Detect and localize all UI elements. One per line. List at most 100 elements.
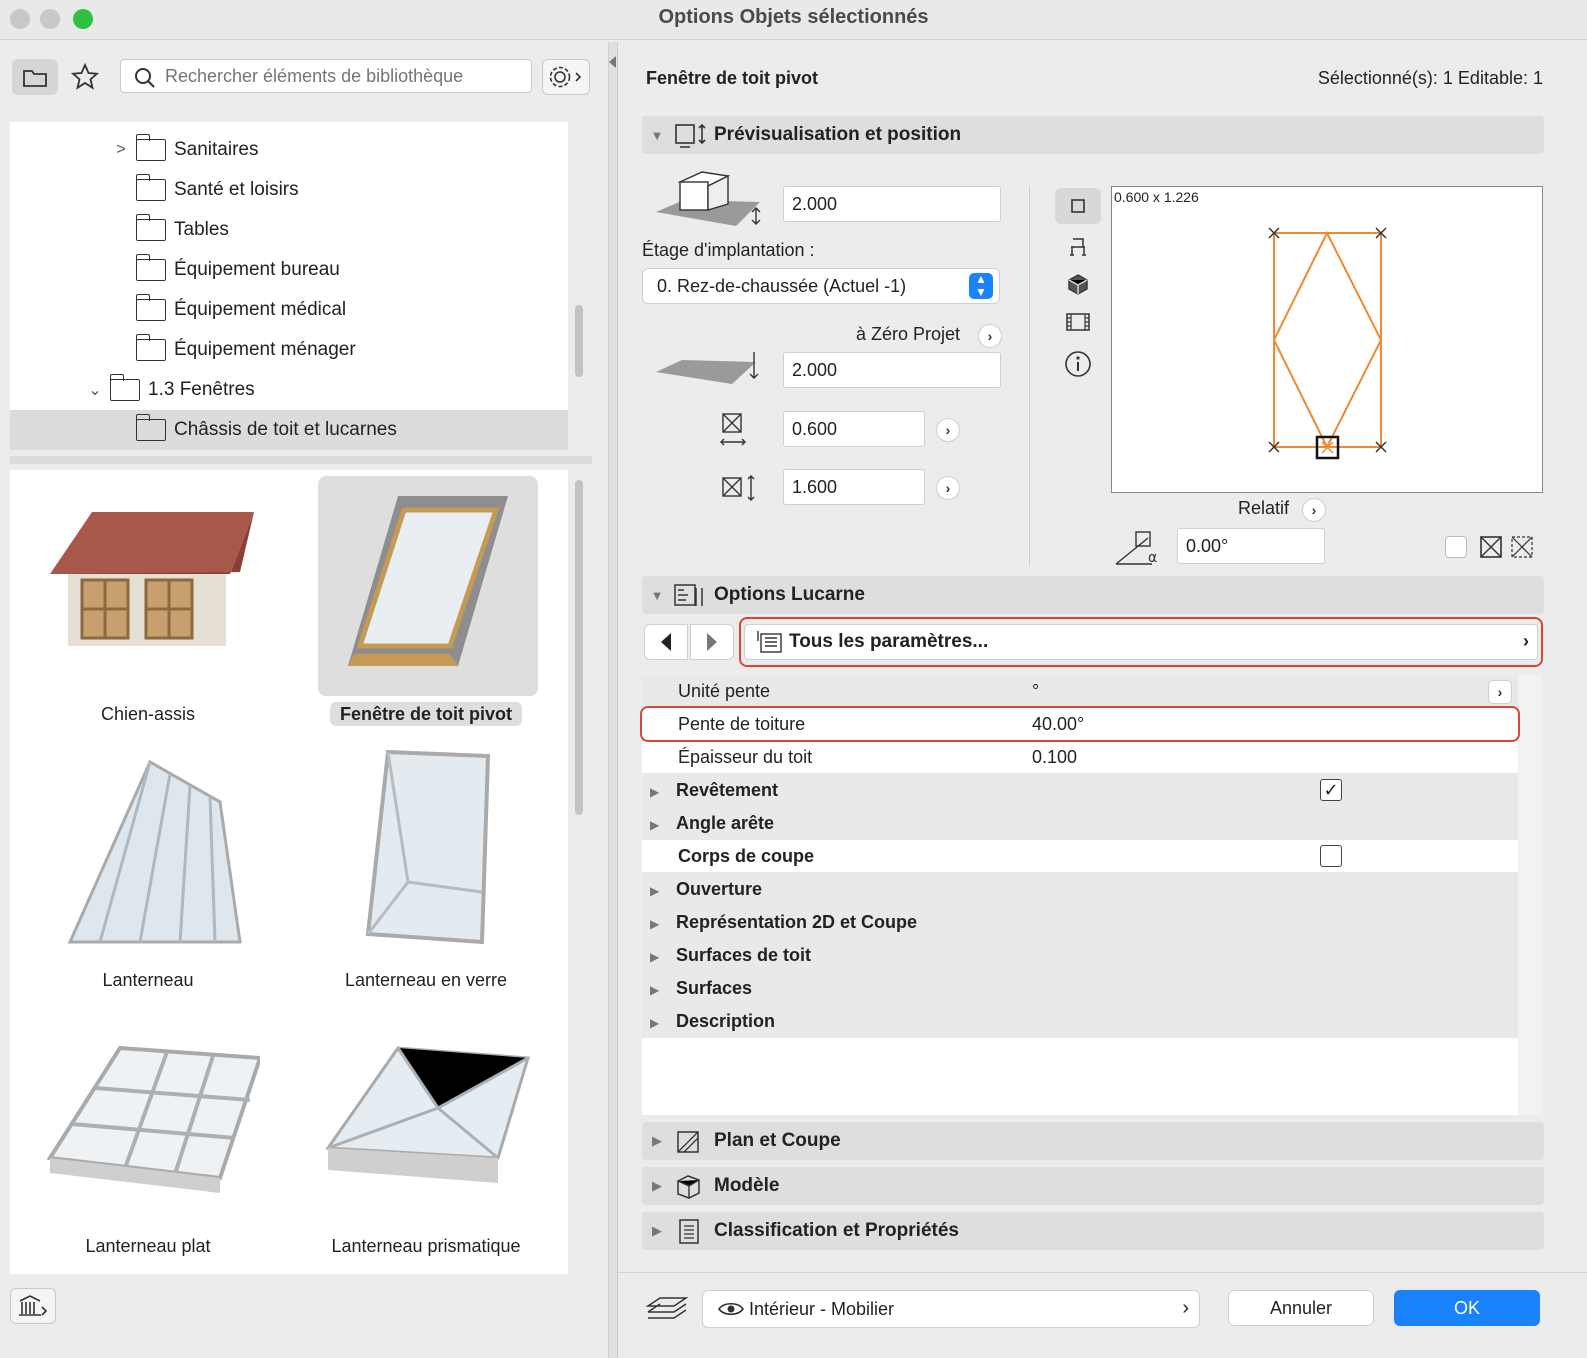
param-name: Corps de coupe	[678, 845, 815, 866]
library-item-lanterneau-prismatique[interactable]: Lanterneau prismatique	[288, 1002, 564, 1268]
cancel-button[interactable]: Annuler	[1228, 1290, 1374, 1326]
param-row-corps-coupe[interactable]: Corps de coupe	[642, 840, 1518, 873]
film-icon	[1066, 313, 1090, 331]
folder-icon	[135, 214, 166, 241]
expand-triangle-icon: ▶	[652, 1223, 662, 1238]
library-item-label: Lanterneau en verre	[344, 970, 508, 990]
folder-view-button[interactable]	[12, 59, 58, 95]
width-chevron-button[interactable]: ›	[936, 418, 960, 442]
library-settings-button[interactable]	[542, 59, 590, 95]
param-row-unite-pente[interactable]: Unité pente ° ›	[642, 675, 1518, 708]
library-item-lanterneau-verre[interactable]: Lanterneau en verre	[288, 736, 564, 1002]
param-group-surfaces[interactable]: Surfaces	[642, 972, 1518, 1005]
next-page-button[interactable]	[690, 624, 734, 660]
param-group-surfaces-toit[interactable]: Surfaces de toit	[642, 939, 1518, 972]
section-classification[interactable]: ▶ Classification et Propriétés	[642, 1212, 1544, 1250]
revetement-checkbox-checked[interactable]: ✓	[1320, 779, 1342, 801]
param-row-epaisseur-toit[interactable]: Épaisseur du toit 0.100	[642, 741, 1518, 774]
grid-scrollbar[interactable]	[575, 480, 583, 815]
param-name: Description	[642, 1011, 1032, 1032]
tree-item-tables[interactable]: Tables	[10, 210, 568, 250]
gear-icon	[549, 66, 582, 88]
tree-item-equipement-menager[interactable]: Équipement ménager	[10, 330, 568, 370]
width-field[interactable]: 0.600	[783, 411, 925, 447]
tree-item-equipement-medical[interactable]: Équipement médical	[10, 290, 568, 330]
param-group-angle-arete[interactable]: Angle arête	[642, 807, 1518, 840]
chevron-right-icon[interactable]: >	[110, 141, 132, 159]
offset-field[interactable]: 2.000	[783, 352, 1001, 388]
library-manager-button[interactable]	[10, 1288, 56, 1324]
corps-coupe-checkbox[interactable]	[1320, 845, 1342, 867]
tree-item-equipement-bureau[interactable]: Équipement bureau	[10, 250, 568, 290]
tree-item-sante-loisirs[interactable]: Santé et loisirs	[10, 170, 568, 210]
folder-icon	[135, 414, 166, 441]
roof-window-plan-symbol	[1268, 227, 1387, 460]
section-preview-position[interactable]: ▼ Prévisualisation et position	[642, 116, 1544, 154]
view-side-button[interactable]	[1055, 228, 1101, 264]
pane-splitter[interactable]	[608, 42, 618, 1358]
library-search-input[interactable]	[165, 66, 525, 87]
library-search-field[interactable]	[120, 59, 532, 93]
zero-project-chevron-button[interactable]: ›	[978, 324, 1002, 348]
param-group-description[interactable]: Description	[642, 1005, 1518, 1038]
layer-stack-icon	[645, 1297, 689, 1319]
library-item-label: Lanterneau prismatique	[331, 1236, 521, 1256]
folder-icon	[135, 254, 166, 281]
layer-select[interactable]: Intérieur - Mobilier ›	[702, 1290, 1200, 1328]
star-icon	[71, 63, 99, 90]
rotation-angle-field[interactable]: 0.00°	[1177, 528, 1325, 564]
tree-item-sanitaires[interactable]: > Sanitaires	[10, 130, 568, 170]
section-title: Modèle	[714, 1175, 780, 1196]
view-3d-button[interactable]	[1055, 266, 1101, 302]
parameters-scrollbar-track[interactable]	[1518, 675, 1542, 1115]
view-2d-button[interactable]	[1055, 188, 1101, 224]
object-preview[interactable]: 0.600 x 1.226	[1111, 186, 1543, 493]
param-group-representation-2d[interactable]: Représentation 2D et Coupe	[642, 906, 1518, 939]
chevron-down-icon[interactable]: ⌄	[84, 380, 106, 400]
story-select[interactable]: 0. Rez-de-chaussée (Actuel -1) ▲ ▼	[642, 268, 1000, 304]
view-section-button[interactable]	[1055, 304, 1101, 340]
param-value[interactable]: °	[1032, 681, 1332, 702]
select-stepper-icon: ▲ ▼	[969, 273, 993, 299]
tree-item-label: 1.3 Fenêtres	[148, 379, 255, 400]
chien-assis-thumbnail	[40, 476, 260, 696]
tree-scrollbar[interactable]	[575, 305, 583, 377]
info-button[interactable]	[1055, 346, 1101, 382]
section-modele[interactable]: ▶ Modèle	[642, 1167, 1544, 1205]
library-item-lanterneau[interactable]: Lanterneau	[10, 736, 286, 1002]
param-group-revetement[interactable]: Revêtement ✓	[642, 774, 1518, 807]
height-chevron-button[interactable]: ›	[936, 476, 960, 500]
square-icon	[1071, 199, 1085, 213]
section-plan-coupe[interactable]: ▶ Plan et Coupe	[642, 1122, 1544, 1160]
tree-item-chassis-toit[interactable]: Châssis de toit et lucarnes	[10, 410, 568, 450]
mirror-checkbox[interactable]	[1445, 536, 1467, 558]
section-title: Plan et Coupe	[714, 1130, 841, 1151]
library-item-lanterneau-plat[interactable]: Lanterneau plat	[10, 1002, 286, 1268]
unit-chevron-button[interactable]: ›	[1488, 680, 1512, 704]
collapse-triangle-icon: ▼	[650, 127, 664, 143]
elevation-icon	[656, 171, 761, 226]
model-cube-icon	[677, 1175, 700, 1199]
pane-divider[interactable]	[10, 456, 592, 464]
collapse-left-icon[interactable]	[609, 56, 616, 68]
library-building-icon	[19, 1295, 48, 1316]
favorites-button[interactable]	[62, 59, 108, 95]
svg-text:α: α	[1148, 550, 1157, 566]
library-item-label: Lanterneau	[102, 970, 194, 990]
folder-icon	[135, 294, 166, 321]
library-item-fenetre-toit-pivot[interactable]: Fenêtre de toit pivot	[288, 470, 564, 736]
ok-button[interactable]: OK	[1394, 1290, 1540, 1326]
previous-page-button[interactable]	[644, 624, 688, 660]
param-name: Unité pente	[678, 680, 771, 701]
height-field[interactable]: 1.600	[783, 469, 925, 505]
param-group-ouverture[interactable]: Ouverture	[642, 873, 1518, 906]
relative-chevron-button[interactable]: ›	[1302, 498, 1326, 522]
tree-item-label: Équipement médical	[174, 299, 347, 320]
section-options-lucarne[interactable]: ▼ Options Lucarne	[642, 576, 1544, 614]
tree-item-fenetres[interactable]: ⌄ 1.3 Fenêtres	[10, 370, 568, 410]
param-value[interactable]: 0.100	[1032, 747, 1332, 768]
library-item-chien-assis[interactable]: Chien-assis	[10, 470, 286, 736]
elevation-field[interactable]: 2.000	[783, 186, 1001, 222]
library-items-grid: Chien-assis Fenêtre de toit pivot Lanter…	[10, 470, 568, 1274]
cube-icon	[1068, 274, 1088, 295]
